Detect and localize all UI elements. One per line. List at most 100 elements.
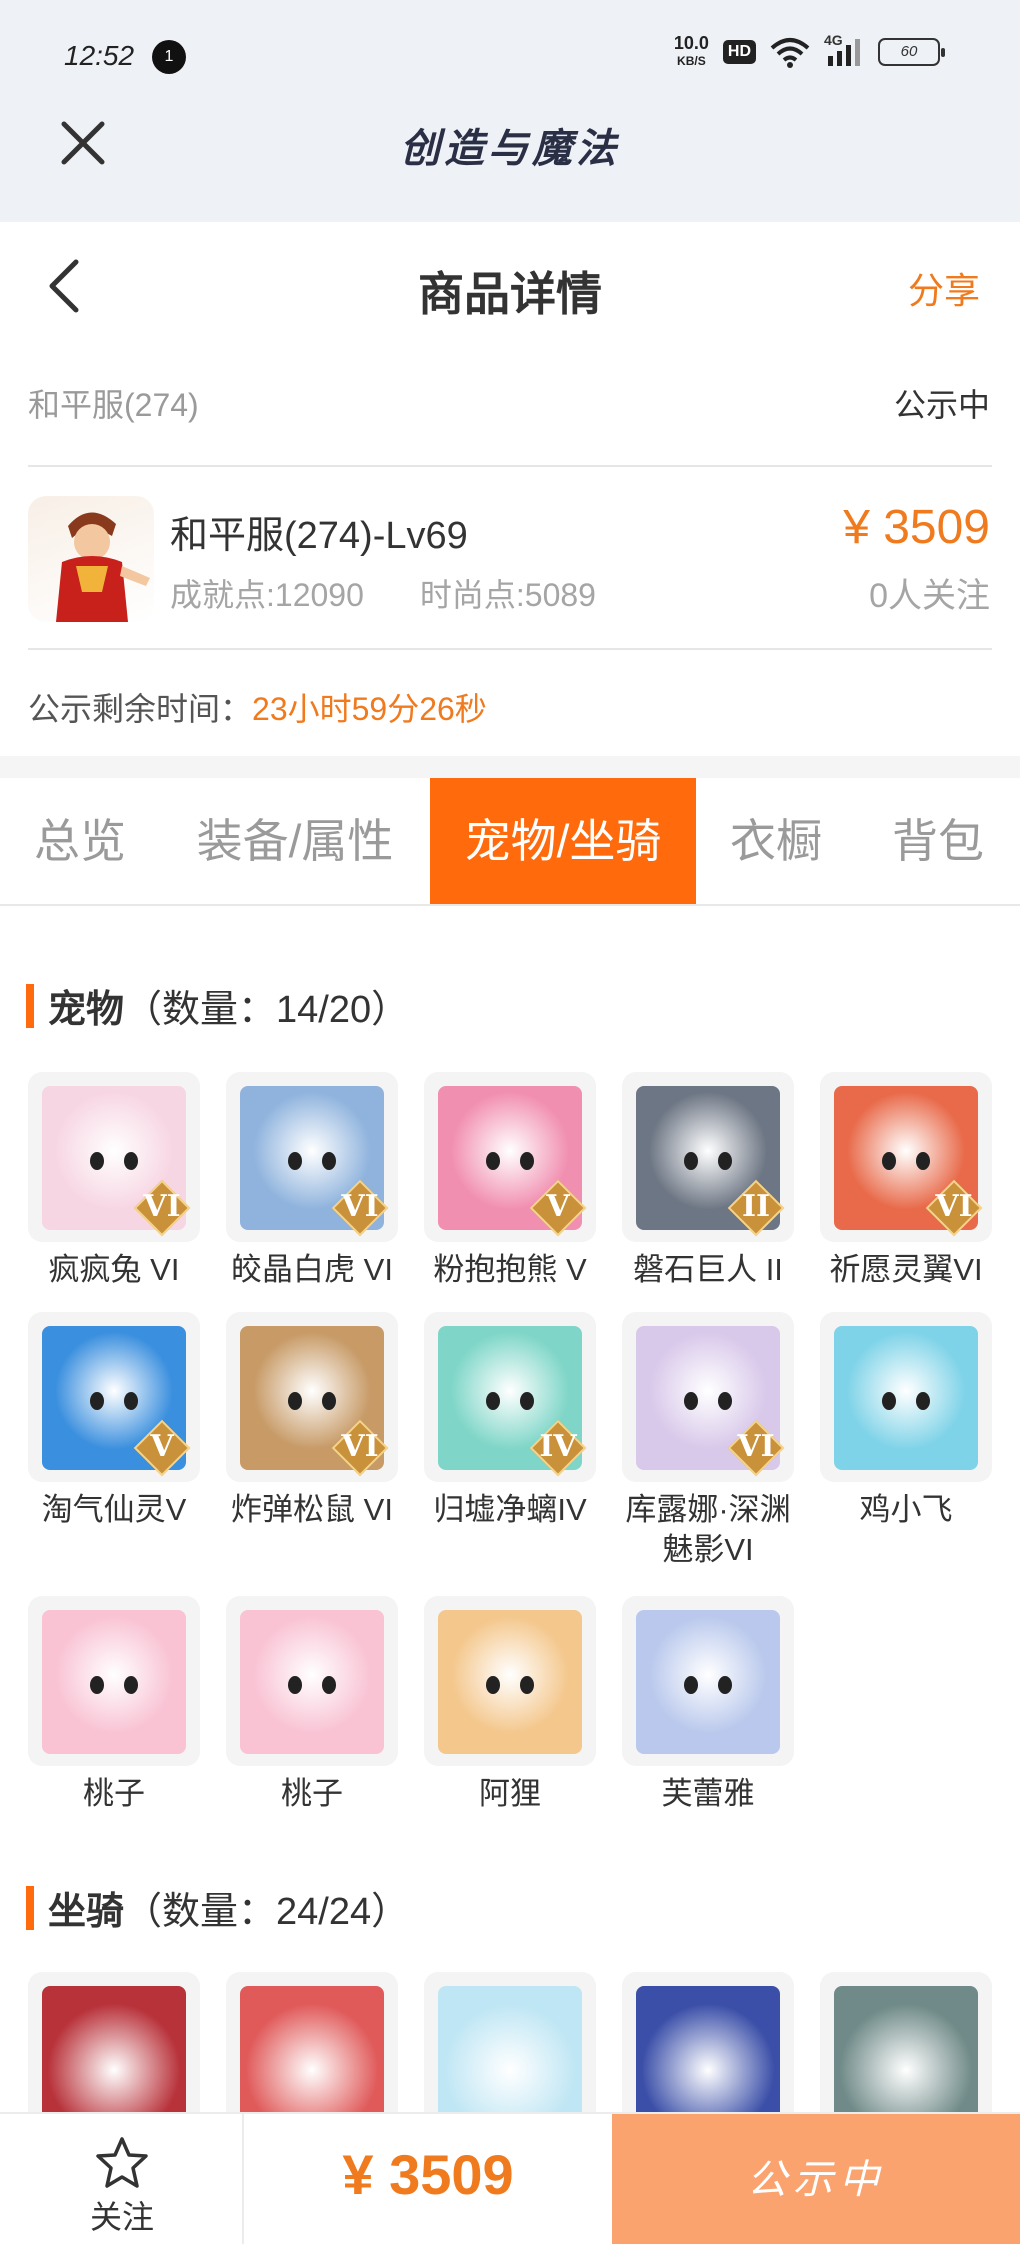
pet-item[interactable]: II 磐石巨人 II: [622, 1072, 794, 1290]
battery-icon: 60: [878, 38, 945, 66]
pet-name: 粉抱抱熊 V: [433, 1252, 587, 1287]
wifi-icon: [770, 38, 810, 68]
follow-label: 关注: [89, 2199, 154, 2235]
publicity-status: 公示中: [893, 387, 990, 423]
mounts-section-title: 坐骑: [48, 1891, 125, 1933]
pet-name: 疯疯兔 VI: [48, 1252, 180, 1287]
pets-section-header: 宠物 （数量：14/20）: [26, 978, 409, 1033]
pet-image: [438, 1610, 582, 1754]
divider: [28, 648, 992, 650]
pet-card: [820, 1312, 992, 1482]
detail-tabs: 总览 装备/属性 宠物/坐骑 衣橱 背包: [0, 778, 1020, 906]
app-title: 创造与魔法: [400, 125, 620, 172]
achievement-points: 成就点:12090: [170, 577, 364, 613]
pet-item[interactable]: VI 皎晶白虎 VI: [226, 1072, 398, 1290]
item-name: 和平服(274)-Lv69: [170, 515, 468, 557]
pet-item[interactable]: V 粉抱抱熊 V: [424, 1072, 596, 1290]
follower-count: 0人关注: [869, 577, 990, 615]
pet-eye: [124, 1152, 138, 1170]
pet-item[interactable]: 阿狸: [424, 1596, 596, 1814]
pet-eye: [718, 1676, 732, 1694]
pet-card: VI: [28, 1072, 200, 1242]
pet-item[interactable]: V 淘气仙灵V: [28, 1312, 200, 1530]
tab-backpack[interactable]: 背包: [856, 778, 1020, 904]
pet-card: [424, 1596, 596, 1766]
pet-item[interactable]: VI 祈愿灵翼VI: [820, 1072, 992, 1290]
pet-item[interactable]: IV 归墟净螭IV: [424, 1312, 596, 1530]
pet-eye: [90, 1676, 104, 1694]
pet-card: [28, 1596, 200, 1766]
mount-card: [820, 1972, 992, 2112]
pet-eye: [916, 1152, 930, 1170]
pet-name: 芙蕾雅: [661, 1776, 755, 1811]
mount-card: [28, 1972, 200, 2112]
tab-equipment[interactable]: 装备/属性: [160, 778, 430, 904]
pet-eye: [486, 1152, 500, 1170]
mount-image: [240, 1986, 384, 2112]
section-gap: [0, 756, 1020, 778]
grade-badge-text: IV: [539, 1429, 577, 1464]
tab-wardrobe[interactable]: 衣橱: [696, 778, 856, 904]
pet-eye: [684, 1152, 698, 1170]
character-avatar: [28, 496, 154, 622]
pet-image: [636, 1610, 780, 1754]
status-icons: 10.0 KB/S HD 4G 60: [673, 32, 945, 70]
pet-eye: [288, 1152, 302, 1170]
status-time: 12:52: [64, 40, 135, 71]
mount-item[interactable]: [820, 1972, 992, 2112]
pet-item[interactable]: 芙蕾雅: [622, 1596, 794, 1814]
pet-card: VI: [226, 1072, 398, 1242]
pet-card: [622, 1596, 794, 1766]
pet-eye: [684, 1676, 698, 1694]
pet-eye: [486, 1392, 500, 1410]
pet-name: 归墟净螭IV: [433, 1492, 587, 1527]
publicity-action-button[interactable]: 公示中: [612, 2114, 1020, 2244]
pet-eye: [322, 1392, 336, 1410]
remaining-time-value: 23小时59分26秒: [252, 691, 487, 727]
mount-card: [226, 1972, 398, 2112]
net-speed: 10.0 KB/S: [673, 33, 709, 68]
mount-card: [622, 1972, 794, 2112]
tab-overview[interactable]: 总览: [0, 778, 160, 904]
remaining-time: 公示剩余时间：23小时59分26秒: [28, 684, 487, 730]
pet-image: [240, 1610, 384, 1754]
pet-name: 祈愿灵翼VI: [829, 1252, 983, 1287]
mount-item[interactable]: [226, 1972, 398, 2112]
item-stats: 成就点:12090 时尚点:5089: [170, 570, 596, 616]
mount-item[interactable]: [28, 1972, 200, 2112]
pet-item[interactable]: 桃子: [226, 1596, 398, 1814]
pet-name: 皎晶白虎 VI: [231, 1252, 393, 1287]
pets-section-count: （数量：14/20）: [124, 989, 410, 1031]
pet-item[interactable]: 鸡小飞: [820, 1312, 992, 1530]
tab-pets-mounts[interactable]: 宠物/坐骑: [430, 778, 696, 904]
pet-name: 桃子: [281, 1776, 343, 1811]
pet-name: 炸弹松鼠 VI: [231, 1492, 393, 1527]
hd-badge: HD: [722, 40, 756, 64]
grade-badge-text: V: [546, 1189, 570, 1224]
pet-eye: [882, 1152, 896, 1170]
bottom-price: ¥ 3509: [342, 2143, 514, 2206]
pets-section-title: 宠物: [48, 989, 125, 1031]
follow-button[interactable]: 关注: [0, 2114, 244, 2244]
pet-item[interactable]: VI 库露娜·深渊魅影VI: [622, 1312, 794, 1570]
grade-badge-text: VI: [341, 1189, 379, 1224]
fashion-points: 时尚点:5089: [419, 577, 596, 613]
pet-item[interactable]: VI 炸弹松鼠 VI: [226, 1312, 398, 1530]
pet-eye: [90, 1392, 104, 1410]
pet-eye: [684, 1392, 698, 1410]
divider: [28, 465, 992, 467]
pet-card: II: [622, 1072, 794, 1242]
mount-item[interactable]: [424, 1972, 596, 2112]
pet-image: [834, 1326, 978, 1470]
grade-badge-text: VI: [737, 1429, 775, 1464]
share-button[interactable]: 分享: [908, 262, 980, 314]
pet-eye: [288, 1676, 302, 1694]
pet-eye: [124, 1392, 138, 1410]
pet-item[interactable]: 桃子: [28, 1596, 200, 1814]
mount-image: [636, 1986, 780, 2112]
pet-item[interactable]: VI 疯疯兔 VI: [28, 1072, 200, 1290]
pet-card: V: [424, 1072, 596, 1242]
pet-eye: [124, 1676, 138, 1694]
pet-name: 淘气仙灵V: [41, 1492, 187, 1527]
mount-item[interactable]: [622, 1972, 794, 2112]
